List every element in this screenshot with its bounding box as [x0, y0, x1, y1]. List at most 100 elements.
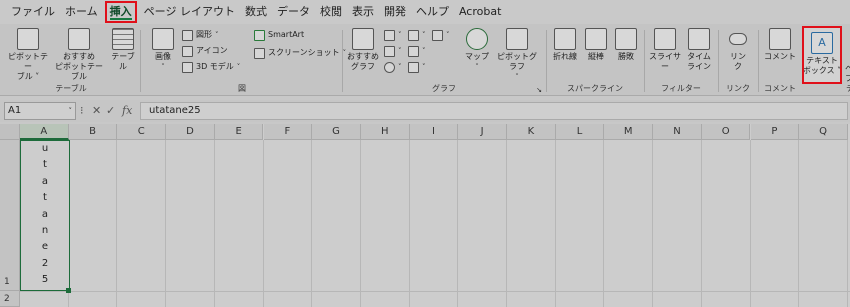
3d-model-label: 3D モデル	[196, 62, 234, 71]
map-button[interactable]: マップ ˅	[464, 28, 490, 72]
tab-help[interactable]: ヘルプ	[411, 0, 454, 24]
3d-model-button[interactable]: 3D モデル ˅	[182, 60, 240, 74]
comment-button[interactable]: コメント	[762, 28, 798, 62]
worksheet-grid[interactable]: ABCDEFGHIJKLMNOPQ 1 2 u t a t a n e 2 5	[0, 124, 850, 307]
group-label-text: テ	[846, 83, 850, 94]
tab-insert[interactable]: 挿入	[104, 1, 137, 23]
3d-model-icon	[182, 61, 193, 73]
row-gridline	[20, 291, 850, 292]
sparkline-winloss-button[interactable]: 勝敗	[612, 28, 640, 62]
chevron-down-icon[interactable]: ˅	[69, 103, 73, 119]
row-header-2[interactable]: 2	[0, 291, 20, 307]
slicer-button[interactable]: スライサー	[648, 28, 682, 72]
column-header-c[interactable]: C	[117, 124, 167, 140]
tab-home[interactable]: ホーム	[60, 0, 103, 24]
ribbon-separator	[342, 30, 343, 92]
screenshot-icon	[254, 47, 265, 59]
pivot-table-icon	[17, 28, 39, 50]
tab-view[interactable]: 表示	[347, 0, 379, 24]
column-header-q[interactable]: Q	[799, 124, 848, 140]
column-header-o[interactable]: O	[701, 124, 751, 140]
icons-icon	[182, 45, 193, 57]
sparkline-column-button[interactable]: 縦棒	[582, 28, 610, 62]
timeline-button[interactable]: タイム ライン	[684, 28, 714, 72]
column-header-k[interactable]: K	[507, 124, 556, 140]
column-header-f[interactable]: F	[263, 124, 313, 140]
column-header-j[interactable]: J	[458, 124, 507, 140]
column-header-i[interactable]: I	[409, 124, 459, 140]
column-gridline	[359, 140, 361, 307]
column-header-b[interactable]: B	[68, 124, 118, 140]
column-header-l[interactable]: L	[555, 124, 605, 140]
tab-file[interactable]: ファイル	[6, 0, 60, 24]
sparkline-column-icon	[585, 28, 607, 50]
sparkline-line-label: 折れ線	[553, 52, 577, 61]
cell-a1-line: a	[41, 175, 49, 187]
column-header-e[interactable]: E	[214, 124, 264, 140]
pie-chart-button[interactable]: ˅	[384, 60, 402, 74]
fill-handle[interactable]	[66, 288, 71, 293]
group-label-links: リンク	[726, 84, 750, 93]
dialog-launcher-icon[interactable]: ↘	[536, 86, 542, 94]
cell-a1-line: e	[41, 241, 49, 253]
recommended-charts-button[interactable]: おすすめ グラフ	[346, 28, 380, 72]
column-header-d[interactable]: D	[166, 124, 215, 140]
ribbon-separator	[758, 30, 759, 92]
textbox-button[interactable]: A テキスト ボックス ˅	[802, 26, 842, 84]
pivot-chart-button[interactable]: ピボットグラフ ˅	[494, 28, 540, 82]
pivot-chart-label: ピボットグラフ	[497, 52, 537, 71]
column-header-n[interactable]: N	[653, 124, 702, 140]
tab-developer[interactable]: 開発	[379, 0, 411, 24]
column-header-m[interactable]: M	[604, 124, 654, 140]
tab-acrobat[interactable]: Acrobat	[454, 0, 506, 24]
tab-page-layout[interactable]: ページ レイアウト	[139, 0, 240, 24]
column-header-a[interactable]: A	[20, 124, 69, 140]
hierarchy-chart-button[interactable]: ˅	[408, 28, 426, 42]
link-icon	[729, 33, 747, 45]
hierarchy-chart-icon	[408, 29, 419, 41]
shapes-button[interactable]: 図形 ˅	[182, 28, 219, 42]
select-all-corner[interactable]	[0, 124, 20, 140]
column-header-g[interactable]: G	[312, 124, 361, 140]
recommended-pivot-button[interactable]: おすすめ ピボットテーブル	[52, 28, 106, 82]
map-label: マップ	[465, 52, 489, 61]
smartart-icon	[254, 29, 265, 41]
column-gridline	[846, 140, 848, 307]
statistic-chart-button[interactable]: ˅	[408, 44, 426, 58]
name-box[interactable]: A1 ˅	[4, 102, 76, 120]
cell-a1[interactable]: u t a t a n e 2 5	[20, 140, 70, 291]
pivot-table-button[interactable]: ピボットテー ブル ˅	[6, 28, 50, 82]
group-illustrations: 画像 ˅ 図形 ˅ アイコン 3D モデル ˅ SmartArt スクリーンショ…	[144, 26, 346, 96]
insert-function-icon[interactable]: fx	[122, 102, 132, 120]
screenshot-button[interactable]: スクリーンショット ˅	[254, 46, 346, 60]
column-chart-button[interactable]: ˅	[384, 28, 402, 42]
formula-input[interactable]: utatane25	[140, 102, 848, 120]
link-button[interactable]: リン ク	[724, 28, 752, 72]
tab-review[interactable]: 校閲	[315, 0, 347, 24]
sparkline-line-button[interactable]: 折れ線	[550, 28, 580, 62]
statistic-chart-icon	[408, 45, 419, 57]
group-tables: ピボットテー ブル ˅ おすすめ ピボットテーブル テーブル テーブル	[4, 26, 138, 96]
table-label: テーブル	[111, 52, 135, 71]
tab-formulas[interactable]: 数式	[240, 0, 272, 24]
scatter-chart-button[interactable]: ˅	[384, 44, 402, 58]
smartart-button[interactable]: SmartArt	[254, 28, 304, 42]
line-chart-button[interactable]: ˅	[432, 28, 450, 42]
cancel-icon[interactable]: ✕	[92, 102, 101, 120]
slicer-icon	[654, 28, 676, 50]
header-footer-label[interactable]: ヘ フ	[845, 64, 850, 84]
icons-button[interactable]: アイコン	[182, 44, 228, 58]
column-gridline	[165, 140, 167, 307]
tab-data[interactable]: データ	[272, 0, 315, 24]
image-button[interactable]: 画像 ˅	[148, 28, 178, 72]
enter-icon[interactable]: ✓	[106, 102, 115, 120]
row-header-1[interactable]: 1	[0, 140, 20, 291]
column-gridline	[116, 140, 118, 307]
table-button[interactable]: テーブル	[108, 28, 138, 72]
waterfall-chart-button[interactable]: ˅	[408, 60, 426, 74]
globe-icon	[466, 28, 488, 50]
column-header-p[interactable]: P	[750, 124, 800, 140]
column-header-h[interactable]: H	[360, 124, 410, 140]
column-chart-icon	[384, 29, 395, 41]
cell-a1-line: n	[41, 224, 49, 236]
